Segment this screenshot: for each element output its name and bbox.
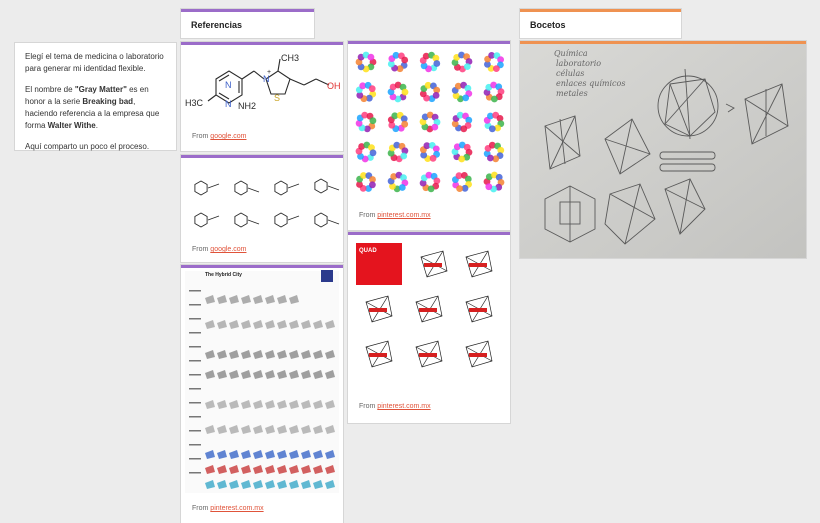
image-card-quad-logos[interactable]: QUAD From pinterest.com.mx: [348, 232, 510, 423]
image-card-sketch[interactable]: Química laboratorio células enlaces quím…: [520, 41, 806, 258]
source-caption: From google.com: [192, 246, 247, 253]
quad-logo-variations-image: QUAD: [356, 243, 493, 368]
pencil-sketch-photo: Química laboratorio células enlaces quím…: [520, 44, 806, 258]
svg-text:S: S: [274, 93, 280, 103]
note-paragraph-2: El nombre de "Gray Matter" es en honor a…: [25, 85, 160, 130]
note-paragraph-1: Elegí el tema de medicina o laboratorio …: [25, 52, 164, 73]
image-card-polymer[interactable]: From google.com: [181, 155, 343, 262]
image-card-color-dots[interactable]: From pinterest.com.mx: [348, 41, 510, 230]
svg-text:NH2: NH2: [238, 101, 256, 111]
column-title: Bocetos: [530, 20, 566, 30]
svg-text:Química: Química: [554, 49, 588, 58]
svg-text:N: N: [225, 99, 232, 109]
column-header-bocetos[interactable]: Bocetos: [520, 9, 681, 38]
svg-text:OH: OH: [327, 81, 341, 91]
image-card-hybrid-city[interactable]: The Hybrid City From pinterest.com.mx: [181, 265, 343, 523]
svg-text:The Hybrid City: The Hybrid City: [205, 272, 242, 278]
svg-text:enlaces químicos: enlaces químicos: [556, 79, 625, 88]
svg-text:H3C: H3C: [185, 98, 204, 108]
text-note[interactable]: Elegí el tema de medicina o laboratorio …: [15, 43, 176, 151]
svg-text:metales: metales: [556, 89, 588, 98]
source-link[interactable]: pinterest.com.mx: [377, 403, 430, 410]
hybrid-city-poster-image: The Hybrid City: [185, 270, 339, 493]
note-paragraph-3: Aquí comparto un poco el proceso.: [25, 142, 150, 151]
svg-text:células: células: [556, 69, 584, 78]
svg-text:N: N: [225, 80, 232, 90]
svg-text:+: +: [267, 69, 271, 76]
source-caption: From pinterest.com.mx: [359, 403, 431, 410]
polymer-structure-image: [194, 178, 340, 228]
svg-text:laboratorio: laboratorio: [556, 59, 601, 68]
thiamine-structure-image: H3C N N NH2 N + S CH3 OH: [185, 53, 341, 111]
source-link[interactable]: google.com: [210, 133, 246, 140]
svg-text:CH3: CH3: [281, 53, 299, 63]
source-caption: From google.com: [192, 133, 247, 140]
source-caption: From pinterest.com.mx: [359, 212, 431, 219]
color-dots-pattern-image: [355, 51, 505, 193]
source-link[interactable]: pinterest.com.mx: [210, 505, 263, 512]
column-title: Referencias: [191, 20, 243, 30]
column-header-referencias[interactable]: Referencias: [181, 9, 314, 38]
svg-text:QUAD: QUAD: [359, 248, 377, 254]
source-caption: From pinterest.com.mx: [192, 505, 264, 512]
image-card-molecule[interactable]: H3C N N NH2 N + S CH3 OH From google.com: [181, 42, 343, 151]
source-link[interactable]: pinterest.com.mx: [377, 212, 430, 219]
source-link[interactable]: google.com: [210, 246, 246, 253]
